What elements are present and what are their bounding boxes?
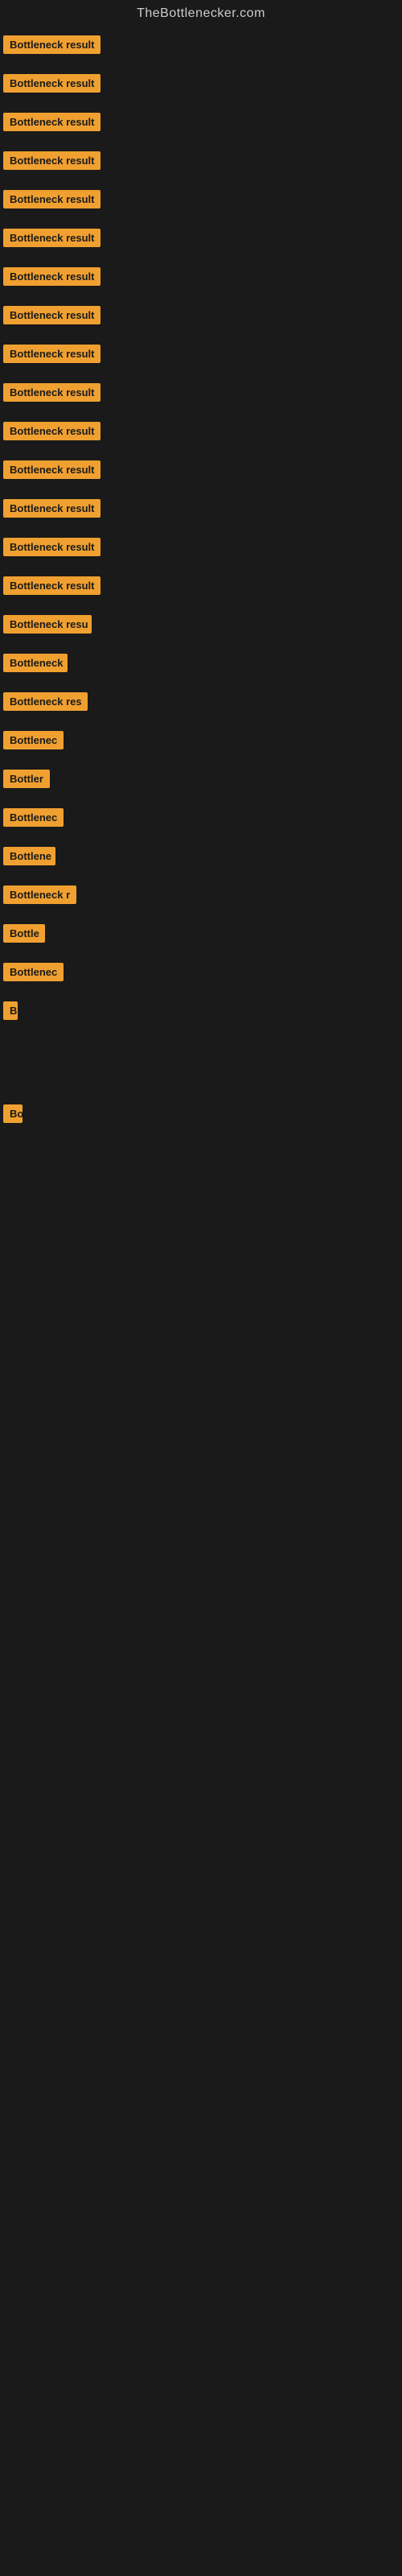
list-item	[3, 1204, 402, 1211]
bottleneck-badge[interactable]: Bottleneck result	[3, 499, 100, 518]
list-item: Bottleneck result	[3, 457, 402, 486]
list-item: Bottlene	[3, 844, 402, 873]
list-item: Bottleneck result	[3, 264, 402, 293]
list-item: Bottleneck result	[3, 535, 402, 564]
list-item: Bottleneck r	[3, 882, 402, 911]
list-item	[3, 1140, 402, 1146]
bottleneck-badge[interactable]: Bottlenec	[3, 808, 64, 827]
bottleneck-badge[interactable]: Bottleneck result	[3, 35, 100, 54]
bottleneck-badge[interactable]: Bottleneck result	[3, 383, 100, 402]
site-header: TheBottlenecker.com	[0, 0, 402, 29]
list-item: Bottleneck result	[3, 225, 402, 254]
bottleneck-badge[interactable]: Bottleneck result	[3, 345, 100, 363]
bottleneck-badge[interactable]: Bottleneck	[3, 654, 68, 672]
list-item: Bottleneck result	[3, 341, 402, 370]
bottleneck-badge[interactable]: Bottlene	[3, 847, 55, 865]
list-item	[3, 1172, 402, 1179]
list-item: Bottleneck result	[3, 109, 402, 138]
bottleneck-badge[interactable]: Bottleneck result	[3, 151, 100, 170]
bottleneck-badge[interactable]: Bottleneck result	[3, 190, 100, 208]
list-item: Bottleneck result	[3, 419, 402, 448]
list-item: Bottleneck res	[3, 689, 402, 718]
list-item: Bottleneck result	[3, 187, 402, 216]
list-item	[3, 1085, 402, 1092]
list-item	[3, 1156, 402, 1162]
list-item	[3, 1069, 402, 1075]
list-item: Bottlenec	[3, 960, 402, 989]
bottleneck-badge[interactable]: Bottleneck result	[3, 538, 100, 556]
list-item: Bottleneck result	[3, 303, 402, 332]
list-item: Bottle	[3, 921, 402, 950]
list-item: B	[3, 998, 402, 1027]
list-item	[3, 1188, 402, 1195]
bottleneck-badge[interactable]: Bottleneck resu	[3, 615, 92, 634]
bottleneck-badge[interactable]: Bottler	[3, 770, 50, 788]
items-container: Bottleneck result Bottleneck result Bottle…	[0, 29, 402, 1211]
list-item: Bottler	[3, 766, 402, 795]
bottleneck-badge[interactable]: Bottlenec	[3, 731, 64, 749]
list-item: Bo	[3, 1101, 402, 1130]
bottleneck-badge[interactable]: B	[3, 1001, 18, 1020]
list-item: Bottlenec	[3, 805, 402, 834]
bottleneck-badge[interactable]: Bottleneck result	[3, 306, 100, 324]
list-item: Bottleneck result	[3, 573, 402, 602]
list-item: Bottleneck result	[3, 71, 402, 100]
bottleneck-badge[interactable]: Bottleneck result	[3, 267, 100, 286]
bottleneck-badge[interactable]: Bottleneck result	[3, 576, 100, 595]
list-item	[3, 1037, 402, 1043]
bottleneck-badge[interactable]: Bottleneck res	[3, 692, 88, 711]
list-item: Bottleneck resu	[3, 612, 402, 641]
bottleneck-badge[interactable]: Bottleneck r	[3, 886, 76, 904]
bottleneck-badge[interactable]: Bottleneck result	[3, 460, 100, 479]
list-item: Bottleneck result	[3, 32, 402, 61]
list-item: Bottleneck	[3, 650, 402, 679]
list-item: Bottleneck result	[3, 148, 402, 177]
list-item: Bottleneck result	[3, 496, 402, 525]
list-item	[3, 1053, 402, 1059]
bottleneck-badge[interactable]: Bottle	[3, 924, 45, 943]
list-item: Bottlenec	[3, 728, 402, 757]
bottleneck-badge[interactable]: Bottleneck result	[3, 74, 100, 93]
site-title: TheBottlenecker.com	[0, 0, 402, 29]
bottleneck-badge[interactable]: Bottlenec	[3, 963, 64, 981]
bottleneck-badge[interactable]: Bottleneck result	[3, 113, 100, 131]
bottleneck-badge[interactable]: Bo	[3, 1104, 23, 1123]
bottleneck-badge[interactable]: Bottleneck result	[3, 422, 100, 440]
list-item: Bottleneck result	[3, 380, 402, 409]
bottleneck-badge[interactable]: Bottleneck result	[3, 229, 100, 247]
